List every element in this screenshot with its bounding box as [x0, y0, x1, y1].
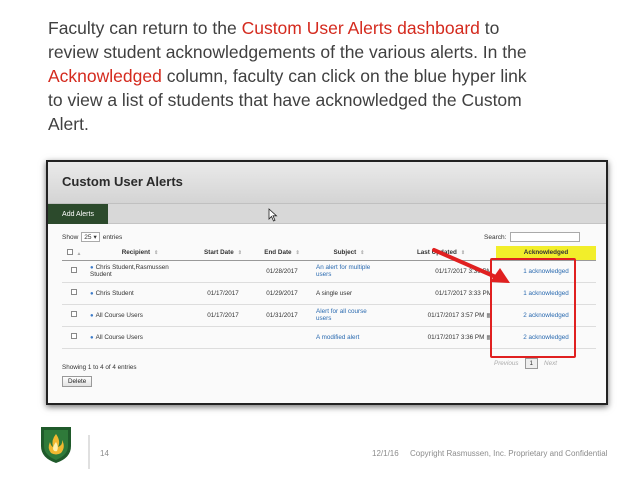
delete-button[interactable]: Delete	[62, 376, 93, 387]
footer-divider	[88, 435, 90, 469]
previous-page-link[interactable]: Previous	[494, 360, 519, 367]
page-1-button[interactable]: 1	[524, 358, 539, 369]
intro-paragraph: Faculty can return to the Custom User Al…	[48, 16, 608, 136]
dashboard-highlight: Custom User Alerts dashboard	[241, 18, 480, 38]
recipient-cell: ● All Course Users	[86, 304, 194, 327]
subject-cell: An alert for multiple users	[312, 260, 386, 283]
sort-icon: ⇕	[237, 250, 242, 257]
end-date-cell	[252, 326, 312, 349]
user-icon: ●	[90, 290, 94, 297]
screenshot-title: Custom User Alerts	[62, 174, 183, 189]
rasmussen-logo-icon	[41, 427, 71, 463]
start-date-cell: 01/17/2017	[194, 282, 252, 305]
row-checkbox[interactable]	[71, 289, 77, 295]
intro-line-1: Faculty can return to the Custom User Al…	[48, 18, 500, 38]
column-header-recipient[interactable]: Recipient ⇕	[86, 246, 194, 261]
row-checkbox[interactable]	[71, 311, 77, 317]
sort-icon: ⇕	[295, 250, 300, 257]
show-entries-control: Show 25 ▾ entries	[62, 232, 123, 242]
intro-line-2: review student acknowledgements of the v…	[48, 42, 527, 62]
sort-icon: ⇕	[154, 250, 159, 257]
select-all-cell: ▲	[62, 246, 86, 261]
subject-cell: A modified alert	[312, 326, 386, 349]
footer-copyright: Copyright Rasmussen, Inc. Proprietary an…	[410, 449, 608, 458]
start-date-cell	[194, 326, 252, 349]
intro-line-4: to view a list of students that have ack…	[48, 90, 522, 110]
subject-cell: Alert for all course users	[312, 304, 386, 327]
custom-user-alerts-screenshot: Custom User Alerts Add Alerts Show 25 ▾ e…	[46, 160, 608, 405]
select-all-checkbox[interactable]	[66, 248, 73, 255]
start-date-cell	[194, 260, 252, 283]
column-header-start-date[interactable]: Start Date ⇕	[194, 246, 252, 261]
screenshot-toolbar: Add Alerts	[48, 204, 606, 224]
subject-cell: A single user	[312, 282, 386, 305]
start-date-cell: 01/17/2017	[194, 304, 252, 327]
end-date-cell: 01/28/2017	[252, 260, 312, 283]
chevron-down-icon: ▾	[93, 234, 97, 241]
red-arrow-icon	[432, 248, 510, 283]
recipient-cell: ● Chris Student,Rasmussen Student	[86, 260, 194, 283]
end-date-cell: 01/29/2017	[252, 282, 312, 305]
slide-number: 14	[100, 449, 109, 458]
end-date-cell: 01/31/2017	[252, 304, 312, 327]
sort-icon: ▲	[76, 250, 82, 257]
intro-line-5: Alert.	[48, 114, 89, 134]
last-updated-cell: 01/17/2017 3:57 PM ▦	[386, 304, 496, 327]
subject-link[interactable]: An alert for multiple users	[316, 264, 370, 278]
search-input[interactable]	[510, 232, 581, 242]
search-control: Search:	[484, 232, 581, 242]
footer-date: 12/1/16	[372, 449, 399, 458]
last-updated-cell: 01/17/2017 3:36 PM ▦	[386, 326, 496, 349]
pagination: Previous 1 Next	[494, 358, 557, 369]
user-icon: ●	[90, 334, 94, 341]
screenshot-header: Custom User Alerts	[48, 162, 606, 204]
mouse-cursor-icon	[268, 208, 278, 222]
showing-entries-text: Showing 1 to 4 of 4 entries	[62, 364, 137, 371]
add-alerts-button[interactable]: Add Alerts	[48, 204, 108, 224]
row-checkbox[interactable]	[71, 267, 77, 273]
recipient-cell: ● All Course Users	[86, 326, 194, 349]
next-page-link[interactable]: Next	[544, 360, 557, 367]
recipient-cell: ● Chris Student	[86, 282, 194, 305]
subject-link[interactable]: Alert for all course users	[316, 308, 367, 322]
intro-line-3: Acknowledged column, faculty can click o…	[48, 66, 527, 86]
row-checkbox[interactable]	[71, 333, 77, 339]
acknowledged-highlight: Acknowledged	[48, 66, 162, 86]
column-header-subject[interactable]: Subject ⇕	[312, 246, 386, 261]
column-header-end-date[interactable]: End Date ⇕	[252, 246, 312, 261]
subject-link[interactable]: A modified alert	[316, 334, 359, 341]
sort-icon: ⇕	[360, 250, 365, 257]
entries-select[interactable]: 25 ▾	[81, 232, 100, 242]
user-icon: ●	[90, 312, 94, 319]
